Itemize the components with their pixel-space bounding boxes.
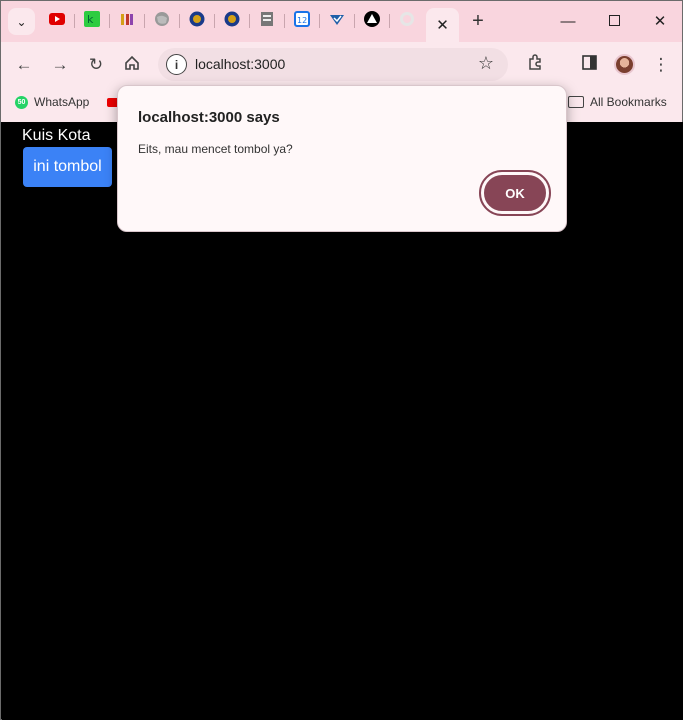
close-icon[interactable]: ✕ xyxy=(436,16,449,34)
globe-icon xyxy=(154,11,170,32)
whatsapp-icon: 50 xyxy=(15,95,28,109)
all-bookmarks-button[interactable]: All Bookmarks xyxy=(568,95,667,109)
dialog-message: Eits, mau mencet tombol ya? xyxy=(138,142,293,156)
calendar-icon: 12 xyxy=(294,10,310,32)
minimize-button[interactable]: — xyxy=(557,11,579,33)
youtube-icon xyxy=(49,12,65,30)
document-icon xyxy=(259,11,275,32)
side-panel-button[interactable] xyxy=(577,53,601,77)
app-icon xyxy=(119,11,135,32)
page-title: Kuis Kota xyxy=(22,127,91,144)
url-text[interactable]: localhost:3000 xyxy=(195,56,285,72)
tab-separator xyxy=(144,14,145,28)
reload-icon: ↻ xyxy=(88,55,104,74)
browser-toolbar: ← → ↻ i localhost:3000 ☆ ⋮ xyxy=(1,42,682,87)
university-icon xyxy=(189,11,205,32)
folder-icon xyxy=(568,96,584,108)
tab-separator xyxy=(109,14,110,28)
puzzle-icon xyxy=(527,54,544,76)
codeforces-icon: k xyxy=(84,10,100,32)
checkmark-icon xyxy=(329,11,345,32)
bookmark-label: WhatsApp xyxy=(34,95,90,109)
browser-window: ⌄ k 12 ✕ + — ✕ ← → ↻ i localhost:3000 ☆ … xyxy=(0,0,683,720)
svg-text:12: 12 xyxy=(297,16,307,25)
tab-triangle[interactable] xyxy=(361,10,383,32)
reload-button[interactable]: ↻ xyxy=(84,53,108,77)
tab-globe[interactable] xyxy=(151,10,173,32)
more-vertical-icon: ⋮ xyxy=(652,55,670,74)
tab-document[interactable] xyxy=(256,10,278,32)
side-panel-icon xyxy=(581,55,597,75)
home-button[interactable] xyxy=(120,53,144,77)
tab-separator xyxy=(284,14,285,28)
back-button[interactable]: ← xyxy=(12,53,36,77)
tab-github[interactable] xyxy=(396,10,418,32)
new-tab-button[interactable]: + xyxy=(467,11,489,33)
tab-separator xyxy=(74,14,75,28)
window-close-button[interactable]: ✕ xyxy=(649,11,671,33)
dialog-title: localhost:3000 says xyxy=(138,109,280,126)
tab-university[interactable] xyxy=(221,10,243,32)
svg-text:k: k xyxy=(87,13,94,26)
maximize-button[interactable] xyxy=(603,11,625,33)
tab-separator xyxy=(179,14,180,28)
tab-codeforces[interactable]: k xyxy=(81,10,103,32)
triangle-icon xyxy=(364,10,380,32)
tab-university[interactable] xyxy=(186,10,208,32)
maximize-icon xyxy=(608,13,620,30)
tab-app[interactable] xyxy=(116,10,138,32)
tab-separator xyxy=(389,14,390,28)
arrow-right-icon: → xyxy=(51,55,69,74)
avatar[interactable] xyxy=(614,54,635,75)
minimize-icon: — xyxy=(560,13,576,30)
forward-button[interactable]: → xyxy=(48,53,72,77)
all-bookmarks-label: All Bookmarks xyxy=(590,95,667,109)
alert-dialog: localhost:3000 says Eits, mau mencet tom… xyxy=(117,85,567,232)
home-icon xyxy=(124,55,140,76)
star-icon[interactable]: ☆ xyxy=(478,53,494,74)
tab-checkmark[interactable] xyxy=(326,10,348,32)
university-icon xyxy=(224,11,240,32)
info-icon[interactable]: i xyxy=(166,54,187,75)
tab-strip: ⌄ k 12 ✕ + — ✕ xyxy=(1,1,682,42)
ini-tombol-button[interactable]: ini tombol xyxy=(23,147,112,187)
menu-button[interactable]: ⋮ xyxy=(649,53,673,77)
arrow-left-icon: ← xyxy=(15,55,33,74)
extensions-button[interactable] xyxy=(523,53,547,77)
tab-active[interactable]: ✕ xyxy=(426,8,459,42)
tab-calendar[interactable]: 12 xyxy=(291,10,313,32)
ok-button[interactable]: OK xyxy=(479,170,551,216)
tab-separator xyxy=(319,14,320,28)
tab-separator xyxy=(354,14,355,28)
github-icon xyxy=(399,11,415,32)
tab-separator xyxy=(249,14,250,28)
tab-youtube[interactable] xyxy=(46,10,68,32)
address-bar[interactable]: i localhost:3000 ☆ xyxy=(158,48,508,81)
tab-separator xyxy=(214,14,215,28)
close-icon: ✕ xyxy=(653,13,667,30)
chevron-down-icon: ⌄ xyxy=(16,14,27,29)
tab-search-button[interactable]: ⌄ xyxy=(8,8,35,35)
bookmark-whatsapp[interactable]: 50 WhatsApp xyxy=(15,95,89,109)
